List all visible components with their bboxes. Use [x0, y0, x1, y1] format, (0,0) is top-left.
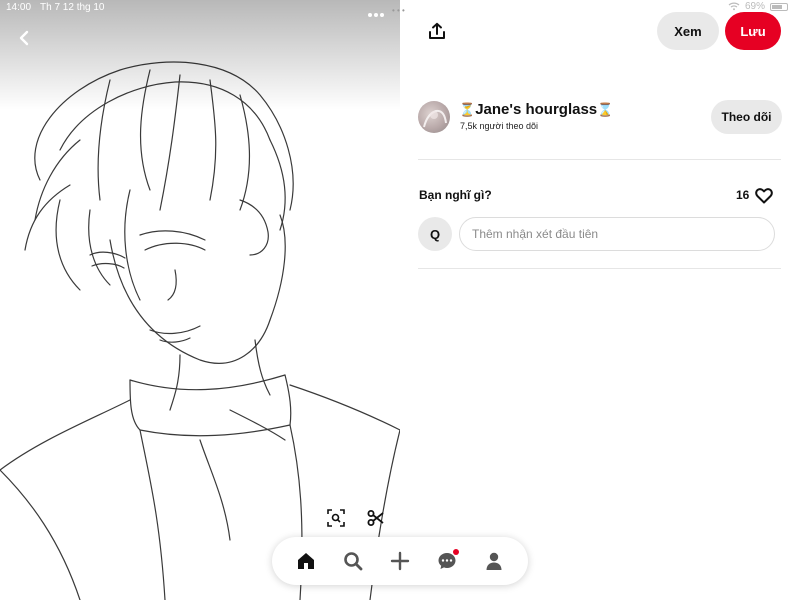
profile-icon	[486, 552, 502, 570]
current-user-avatar[interactable]: Q	[418, 217, 452, 251]
nav-create[interactable]	[384, 545, 416, 577]
nav-profile[interactable]	[478, 545, 510, 577]
view-button[interactable]: Xem	[657, 12, 719, 50]
image-top-gradient	[0, 0, 400, 110]
comment-input[interactable]	[459, 217, 775, 251]
comments-heading: Bạn nghĩ gì?	[419, 188, 492, 202]
notification-dot	[453, 549, 460, 555]
battery-percent: 69%	[744, 1, 765, 12]
multitask-indicator-icon: • • •	[392, 6, 405, 15]
creator-name-text: Jane's hourglass	[475, 101, 598, 118]
creator-avatar[interactable]	[418, 101, 450, 133]
follower-count: 7,5k người theo dõi	[460, 121, 538, 131]
avatar-image	[423, 109, 447, 128]
nav-home[interactable]	[290, 545, 322, 577]
reaction-count: 16	[736, 188, 750, 202]
follow-button[interactable]: Theo dõi	[711, 100, 782, 134]
home-icon	[297, 553, 314, 569]
save-button[interactable]: Lưu	[725, 12, 781, 50]
status-date: Th 7 12 thg 10	[40, 2, 105, 13]
divider	[418, 159, 781, 160]
creator-name[interactable]: ⏳Jane's hourglass⌛	[459, 101, 613, 118]
battery-icon	[770, 2, 788, 11]
chevron-left-icon	[19, 30, 29, 46]
react-button[interactable]	[754, 186, 774, 206]
scissors-icon	[367, 510, 384, 526]
nav-messages[interactable]	[431, 545, 463, 577]
nav-search[interactable]	[337, 545, 369, 577]
share-upload-icon	[429, 22, 445, 39]
pin-detail-screen: 14:00 Th 7 12 thg 10 • • • 69% Xem Lưu ⏳…	[0, 0, 800, 600]
share-button[interactable]	[424, 18, 450, 44]
cutout-button[interactable]	[364, 506, 388, 530]
hourglass-icon: ⏳	[459, 102, 476, 117]
back-button[interactable]	[12, 26, 36, 50]
divider	[418, 268, 781, 269]
status-indicators: 69%	[728, 1, 788, 12]
status-time: 14:00	[6, 2, 32, 13]
heart-icon	[755, 188, 773, 204]
wifi-icon	[728, 2, 740, 11]
visual-search-button[interactable]	[324, 506, 348, 530]
search-icon	[343, 552, 363, 571]
bottom-navigation	[272, 537, 528, 585]
pin-image-panel[interactable]	[0, 0, 400, 600]
visual-search-icon	[327, 509, 345, 527]
plus-icon	[390, 551, 410, 571]
hourglass-done-icon: ⌛	[597, 102, 614, 117]
